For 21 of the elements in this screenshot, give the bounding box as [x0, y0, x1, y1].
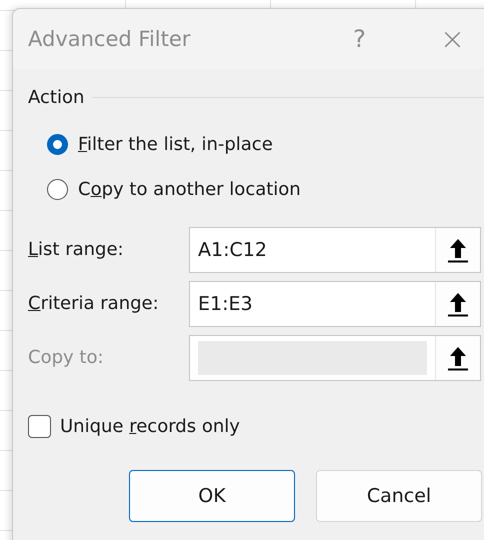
group-label: Action — [28, 87, 84, 108]
field-label: Criteria range: — [28, 293, 160, 314]
cancel-button[interactable]: Cancel — [316, 470, 482, 522]
up-arrow-icon — [447, 236, 469, 262]
range-field[interactable] — [189, 334, 481, 380]
ok-button[interactable]: OK — [129, 470, 295, 522]
field-value: E1:E3 — [197, 292, 254, 316]
range-field[interactable]: E1:E3 — [189, 280, 481, 326]
radio-button[interactable] — [47, 134, 68, 155]
up-arrow-icon — [447, 290, 469, 316]
field-value: A1:C12 — [197, 238, 268, 262]
radio-button[interactable] — [47, 179, 68, 200]
radio-label[interactable]: Filter the list, in-place — [78, 134, 273, 155]
up-arrow-icon — [447, 344, 469, 370]
range-field[interactable]: A1:C12 — [189, 226, 481, 272]
field-label: List range: — [28, 239, 125, 260]
checkbox[interactable] — [28, 415, 51, 438]
field-label: Copy to: — [28, 347, 105, 368]
radio-label[interactable]: Copy to another location — [78, 179, 301, 200]
window-title: Advanced Filter — [28, 27, 192, 51]
checkbox-label[interactable]: Unique records only — [60, 416, 240, 437]
